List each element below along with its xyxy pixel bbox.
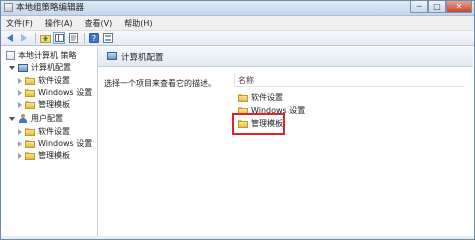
back-arrow-icon[interactable] <box>4 32 16 44</box>
list-item-software[interactable]: 软件设置 <box>238 92 283 103</box>
list-item-label: 软件设置 <box>251 93 283 102</box>
expand-arrow-icon[interactable] <box>9 116 15 121</box>
menu-file[interactable]: 文件(F) <box>6 18 33 29</box>
toolbar-separator <box>84 32 85 44</box>
tree-item-user-config[interactable]: 用户配置 <box>9 113 63 124</box>
menu-action[interactable]: 操作(A) <box>45 18 73 29</box>
tree-root-label: 本地计算机 策略 <box>18 51 77 60</box>
tree-item-user-windows[interactable]: Windows 设置 <box>18 138 92 149</box>
tree-item-computer-windows[interactable]: Windows 设置 <box>18 87 92 98</box>
menu-help[interactable]: 帮助(H) <box>124 18 152 29</box>
group-policy-editor-window: 本地组策略编辑器 ─ □ ✕ 文件(F) 操作(A) 查看(V) 帮助(H) ? <box>0 0 475 240</box>
tree-item-label: 管理模板 <box>38 151 70 160</box>
policy-icon <box>6 51 15 60</box>
collapsed-arrow-icon[interactable] <box>18 101 22 108</box>
folder-icon <box>25 76 35 85</box>
tree-item-label: 软件设置 <box>38 127 70 136</box>
window-controls: ─ □ ✕ <box>410 1 472 14</box>
tree-item-computer-admin-templates[interactable]: 管理模板 <box>18 99 70 110</box>
tree-user-label: 用户配置 <box>31 114 63 123</box>
highlight-box <box>232 113 285 135</box>
navigation-tree: 本地计算机 策略 计算机配置 软件设置 Windows 设置 管理模板 用户配置 <box>3 47 98 239</box>
tree-item-user-software[interactable]: 软件设置 <box>18 126 70 137</box>
tree-item-root[interactable]: 本地计算机 策略 <box>6 50 77 61</box>
minimize-button[interactable]: ─ <box>410 1 428 13</box>
collapsed-arrow-icon[interactable] <box>18 128 22 135</box>
description-text: 选择一个项目来查看它的描述。 <box>104 79 216 88</box>
details-header: 计算机配置 <box>98 47 473 67</box>
user-icon <box>18 114 28 123</box>
folder-icon <box>25 127 35 136</box>
maximize-button[interactable]: □ <box>428 1 446 13</box>
folder-icon <box>25 100 35 109</box>
properties-icon[interactable] <box>67 32 79 44</box>
title-bar[interactable]: 本地组策略编辑器 ─ □ ✕ <box>1 1 474 16</box>
tree-item-computer-software[interactable]: 软件设置 <box>18 75 70 86</box>
tree-item-label: 管理模板 <box>38 100 70 109</box>
tree-item-computer-config[interactable]: 计算机配置 <box>9 62 71 73</box>
computer-icon <box>107 52 117 60</box>
up-folder-icon[interactable] <box>39 32 51 44</box>
computer-icon <box>18 63 28 72</box>
app-icon <box>4 3 13 12</box>
collapsed-arrow-icon[interactable] <box>18 89 22 96</box>
collapsed-arrow-icon[interactable] <box>18 77 22 84</box>
tree-item-label: 软件设置 <box>38 76 70 85</box>
column-header-name[interactable]: 名称 <box>234 73 465 87</box>
close-button[interactable]: ✕ <box>446 1 472 13</box>
tree-computer-label: 计算机配置 <box>31 63 71 72</box>
collapsed-arrow-icon[interactable] <box>18 140 22 147</box>
svg-text:?: ? <box>92 34 96 43</box>
details-pane: 计算机配置 选择一个项目来查看它的描述。 名称 软件设置 Windows 设置 … <box>98 47 473 239</box>
status-bar <box>1 236 474 239</box>
folder-icon <box>238 93 248 102</box>
toolbar: ? <box>1 30 474 46</box>
menu-bar: 文件(F) 操作(A) 查看(V) 帮助(H) <box>1 16 474 30</box>
folder-icon <box>25 88 35 97</box>
tree-item-label: Windows 设置 <box>38 88 93 97</box>
tree-item-user-admin-templates[interactable]: 管理模板 <box>18 150 70 161</box>
menu-view[interactable]: 查看(V) <box>85 18 113 29</box>
help-icon[interactable]: ? <box>88 32 100 44</box>
folder-icon <box>25 139 35 148</box>
window-title: 本地组策略编辑器 <box>16 3 85 13</box>
folder-icon <box>25 151 35 160</box>
view-icon[interactable] <box>102 32 114 44</box>
show-tree-icon[interactable] <box>53 32 65 44</box>
forward-arrow-icon[interactable] <box>18 32 30 44</box>
expand-arrow-icon[interactable] <box>9 65 15 70</box>
toolbar-separator <box>35 32 36 44</box>
collapsed-arrow-icon[interactable] <box>18 152 22 159</box>
tree-item-label: Windows 设置 <box>38 139 93 148</box>
column-header-label: 名称 <box>238 76 254 85</box>
details-title: 计算机配置 <box>121 53 164 63</box>
